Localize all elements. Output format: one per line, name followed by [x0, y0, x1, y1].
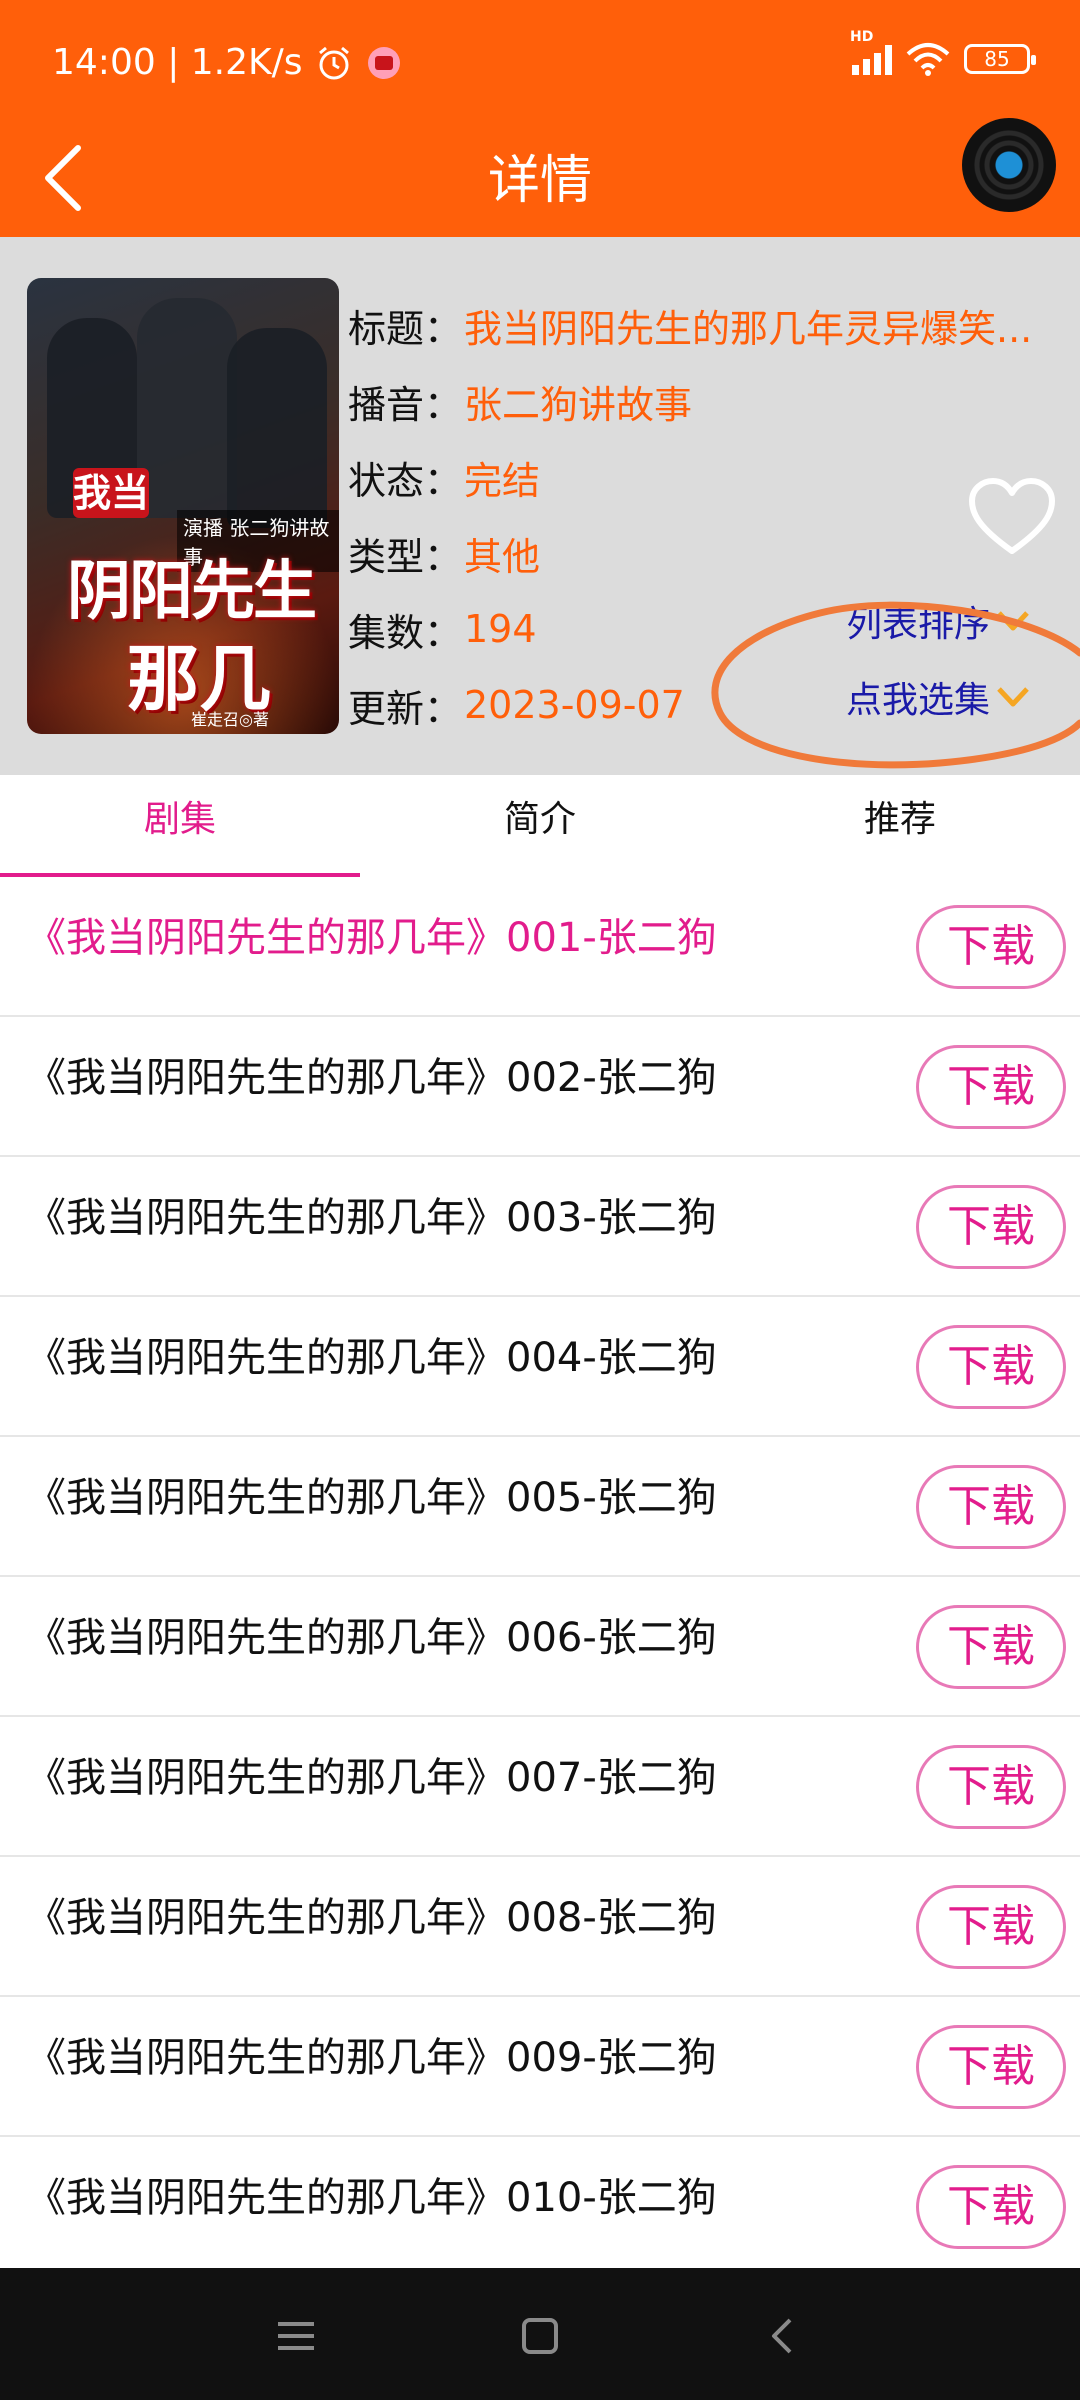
- alarm-icon: [318, 46, 349, 79]
- battery-indicator: 85: [964, 44, 1036, 74]
- info-value: 2023-09-07: [464, 683, 685, 727]
- episode-title: 《我当阴阳先生的那几年》010-张二狗: [26, 2175, 717, 2221]
- heart-outline-icon[interactable]: [968, 477, 1056, 557]
- list-item[interactable]: 《我当阴阳先生的那几年》004-张二狗 下载: [0, 1297, 1080, 1437]
- download-button[interactable]: 下载: [916, 2165, 1066, 2249]
- info-label: 状态：: [348, 458, 463, 503]
- info-row-narrator: 播音： 张二狗讲故事: [348, 363, 1032, 439]
- info-value: 194: [464, 607, 537, 651]
- episode-title: 《我当阴阳先生的那几年》008-张二狗: [26, 1895, 717, 1941]
- tab-label: 简介: [503, 799, 576, 840]
- episode-title: 《我当阴阳先生的那几年》003-张二狗: [26, 1195, 717, 1241]
- info-label: 更新：: [348, 686, 463, 731]
- tab-intro[interactable]: 简介: [360, 775, 720, 877]
- episode-title: 《我当阴阳先生的那几年》001-张二狗: [26, 915, 717, 961]
- status-right: HD 85: [850, 29, 1036, 76]
- episode-title: 《我当阴阳先生的那几年》005-张二狗: [26, 1475, 717, 1521]
- episode-list: 《我当阴阳先生的那几年》001-张二狗 下载 《我当阴阳先生的那几年》002-张…: [0, 877, 1080, 2277]
- download-button[interactable]: 下载: [916, 1465, 1066, 1549]
- title-bar: 详情: [0, 118, 1080, 237]
- wifi-icon: [906, 43, 950, 76]
- status-left: 14:00 | 1.2K/s: [52, 42, 403, 83]
- list-item[interactable]: 《我当阴阳先生的那几年》010-张二狗 下载: [0, 2137, 1080, 2277]
- list-item[interactable]: 《我当阴阳先生的那几年》002-张二狗 下载: [0, 1017, 1080, 1157]
- info-row-type: 类型： 其他: [348, 515, 1032, 591]
- download-button[interactable]: 下载: [916, 1045, 1066, 1129]
- download-button[interactable]: 下载: [916, 1325, 1066, 1409]
- list-item[interactable]: 《我当阴阳先生的那几年》009-张二狗 下载: [0, 1997, 1080, 2137]
- tab-bar: 剧集 简介 推荐: [0, 775, 1080, 877]
- cover-author: 崔走召◎著: [191, 710, 269, 729]
- list-item[interactable]: 《我当阴阳先生的那几年》003-张二狗 下载: [0, 1157, 1080, 1297]
- status-time-speed: 14:00 | 1.2K/s: [52, 42, 303, 83]
- cover-tag: 我当: [73, 468, 149, 518]
- info-row-status: 状态： 完结: [348, 439, 1032, 515]
- info-label: 类型：: [348, 534, 463, 579]
- hand-drawn-circle-annotation: [711, 601, 1080, 769]
- list-item[interactable]: 《我当阴阳先生的那几年》006-张二狗 下载: [0, 1577, 1080, 1717]
- download-button[interactable]: 下载: [916, 905, 1066, 989]
- cell-signal-icon: HD: [850, 29, 892, 75]
- info-label: 集数：: [348, 610, 463, 655]
- list-item[interactable]: 《我当阴阳先生的那几年》008-张二狗 下载: [0, 1857, 1080, 1997]
- tab-label: 推荐: [863, 799, 936, 840]
- info-label: 标题：: [348, 306, 463, 351]
- download-button[interactable]: 下载: [916, 1885, 1066, 1969]
- cover-title-line1: 阴阳先生: [67, 555, 317, 629]
- page-title: 详情: [487, 151, 592, 211]
- episode-title: 《我当阴阳先生的那几年》002-张二狗: [26, 1055, 717, 1101]
- download-button[interactable]: 下载: [916, 1605, 1066, 1689]
- info-value: 我当阴阳先生的那几年灵异爆笑...: [464, 306, 1033, 351]
- app-header: 14:00 | 1.2K/s HD 85 详情: [0, 0, 1080, 237]
- system-nav-bar: [0, 2268, 1080, 2400]
- home-square-icon[interactable]: [518, 2314, 562, 2358]
- info-value: 完结: [464, 458, 541, 503]
- vinyl-record-icon[interactable]: [962, 118, 1056, 212]
- info-value: 张二狗讲故事: [464, 382, 693, 427]
- info-value: 其他: [464, 534, 541, 579]
- hd-label: HD: [850, 29, 874, 45]
- app-notification-icon: [367, 46, 400, 79]
- back-triangle-icon[interactable]: [762, 2314, 806, 2358]
- episode-title: 《我当阴阳先生的那几年》007-张二狗: [26, 1755, 717, 1801]
- tab-episodes[interactable]: 剧集: [0, 775, 360, 877]
- episode-title: 《我当阴阳先生的那几年》009-张二狗: [26, 2035, 717, 2081]
- info-row-title: 标题： 我当阴阳先生的那几年灵异爆笑...: [348, 287, 1032, 363]
- info-label: 播音：: [348, 382, 463, 427]
- menu-icon[interactable]: [274, 2314, 318, 2358]
- list-item[interactable]: 《我当阴阳先生的那几年》005-张二狗 下载: [0, 1437, 1080, 1577]
- tab-recommend[interactable]: 推荐: [720, 775, 1080, 877]
- episode-title: 《我当阴阳先生的那几年》006-张二狗: [26, 1615, 717, 1661]
- episode-title: 《我当阴阳先生的那几年》004-张二狗: [26, 1335, 717, 1381]
- status-bar: 14:00 | 1.2K/s HD 85: [0, 0, 1080, 130]
- download-button[interactable]: 下载: [916, 1745, 1066, 1829]
- book-info-panel: 我当 演播 张二狗讲故事 阴阳先生 那几年 崔走召◎著 标题： 我当阴阳先生的那…: [0, 237, 1080, 775]
- download-button[interactable]: 下载: [916, 1185, 1066, 1269]
- tab-label: 剧集: [143, 799, 216, 840]
- book-cover-image: 我当 演播 张二狗讲故事 阴阳先生 那几年 崔走召◎著: [27, 278, 339, 734]
- list-item[interactable]: 《我当阴阳先生的那几年》007-张二狗 下载: [0, 1717, 1080, 1857]
- list-item[interactable]: 《我当阴阳先生的那几年》001-张二狗 下载: [0, 877, 1080, 1017]
- download-button[interactable]: 下载: [916, 2025, 1066, 2109]
